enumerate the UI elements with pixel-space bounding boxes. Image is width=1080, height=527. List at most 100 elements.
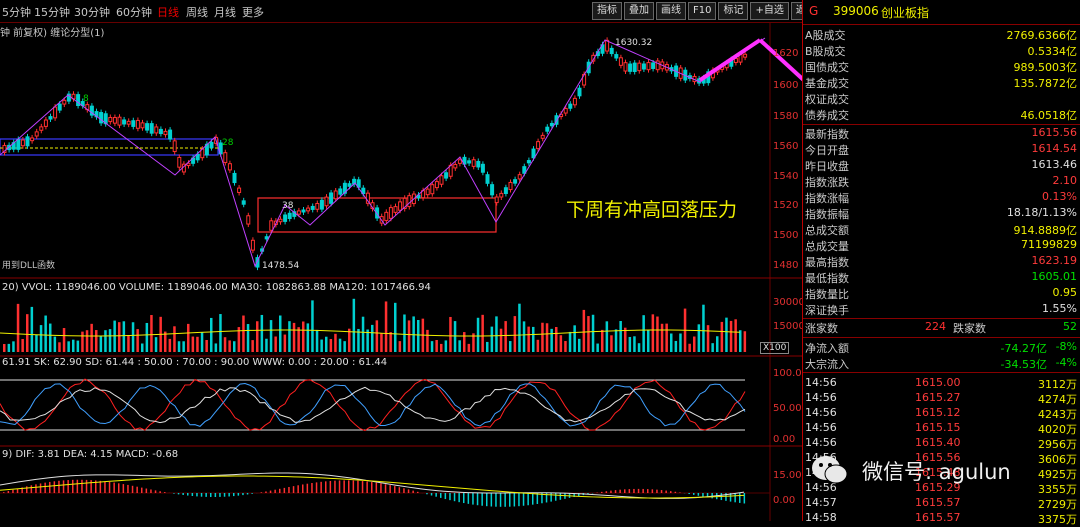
tick-row[interactable]: 14:561615.402956万 bbox=[805, 436, 1079, 451]
flow-row-value: -34.53亿 bbox=[1001, 356, 1047, 372]
stat-row-label: 指数涨跌 bbox=[805, 174, 849, 190]
macd-bar bbox=[362, 481, 364, 493]
volume-bar bbox=[293, 323, 296, 352]
volume-bar bbox=[376, 320, 379, 352]
volume-bar bbox=[481, 315, 484, 352]
volume-bar bbox=[711, 343, 714, 352]
turnover-row-value: 46.0518亿 bbox=[1021, 107, 1078, 123]
macd-bar bbox=[307, 484, 309, 493]
price-tick: 1520 bbox=[773, 200, 798, 211]
macd-bar bbox=[159, 491, 161, 493]
candle bbox=[307, 208, 310, 211]
macd-bar bbox=[619, 490, 621, 493]
flow-row-label: 净流入额 bbox=[805, 340, 849, 356]
volume-bar bbox=[150, 315, 153, 352]
volume-bar bbox=[394, 303, 397, 352]
volume-bar bbox=[187, 324, 190, 352]
stock-code: 399006 bbox=[833, 4, 879, 18]
macd-bar bbox=[224, 493, 226, 497]
tick-price: 1615.00 bbox=[915, 376, 961, 389]
volume-bar bbox=[624, 328, 627, 352]
volume-bar bbox=[274, 337, 277, 352]
tick-row[interactable]: 14:581615.573375万 bbox=[805, 511, 1079, 526]
macd-bar bbox=[150, 489, 152, 493]
volume-bar bbox=[389, 332, 392, 352]
candle bbox=[251, 240, 254, 250]
stat-row: 总成交量71199829 bbox=[805, 238, 1079, 253]
macd-bar bbox=[633, 489, 635, 493]
volume-bar bbox=[330, 339, 333, 352]
turnover-row-label: 基金成交 bbox=[805, 75, 849, 91]
price-tick: 1500 bbox=[773, 230, 798, 241]
volume-bar bbox=[518, 304, 521, 352]
volume-bar bbox=[652, 314, 655, 352]
price-tick: 1560 bbox=[773, 141, 798, 152]
volume-bar bbox=[435, 340, 438, 352]
tick-row[interactable]: 14:561615.154020万 bbox=[805, 421, 1079, 436]
chart-canvas[interactable] bbox=[0, 0, 802, 521]
macd-bar bbox=[63, 480, 65, 493]
stat-row: 指数涨跌2.10 bbox=[805, 174, 1079, 189]
volume-bar bbox=[449, 317, 452, 352]
kdj-tick: 100.0 bbox=[773, 368, 802, 379]
macd-bar bbox=[219, 493, 221, 497]
macd-bar bbox=[440, 493, 442, 498]
turnover-row: 国债成交989.5003亿 bbox=[805, 59, 1079, 74]
candle bbox=[518, 175, 521, 179]
volume-bar bbox=[49, 324, 52, 352]
volume-bar bbox=[688, 344, 691, 352]
candle bbox=[109, 117, 112, 121]
volume-bar bbox=[477, 318, 480, 352]
stat-row-value: 71199829 bbox=[1021, 238, 1077, 251]
price-tick: 1580 bbox=[773, 111, 798, 122]
volume-bar bbox=[247, 324, 250, 352]
macd-bar bbox=[675, 492, 677, 493]
volume-bar bbox=[44, 316, 47, 352]
macd-bar bbox=[366, 482, 368, 493]
candle bbox=[334, 191, 337, 199]
volume-bar bbox=[698, 324, 701, 352]
candle bbox=[270, 221, 273, 230]
turnover-row: 基金成交135.7872亿 bbox=[805, 75, 1079, 90]
volume-bar bbox=[270, 320, 273, 352]
tick-price: 1615.27 bbox=[915, 391, 961, 404]
macd-bar bbox=[86, 480, 88, 493]
candle bbox=[238, 188, 241, 192]
volume-bar bbox=[215, 343, 218, 352]
candle bbox=[550, 123, 553, 125]
macd-bar bbox=[486, 493, 488, 506]
tick-time: 14:57 bbox=[805, 496, 837, 509]
volume-bar bbox=[454, 321, 457, 352]
stat-row-label: 昨日收盘 bbox=[805, 158, 849, 174]
volume-bar bbox=[647, 330, 650, 352]
macd-bar bbox=[527, 493, 529, 505]
volume-bar bbox=[601, 330, 604, 352]
price-tick: 1480 bbox=[773, 260, 798, 271]
tick-row[interactable]: 14:571615.572729万 bbox=[805, 496, 1079, 511]
macd-bar bbox=[40, 483, 42, 493]
volume-bar bbox=[679, 333, 682, 352]
candle bbox=[49, 117, 52, 119]
candle bbox=[330, 193, 333, 203]
volume-bar bbox=[325, 337, 328, 352]
volume-header: 20) VVOL: 1189046.00 VOLUME: 1189046.00 … bbox=[2, 282, 431, 293]
macd-bar bbox=[81, 480, 83, 493]
volume-bar bbox=[302, 321, 305, 352]
volume-bar bbox=[343, 341, 346, 352]
tick-volume: 3112万 bbox=[1038, 376, 1077, 392]
candle bbox=[320, 200, 323, 209]
tick-row[interactable]: 14:561615.124243万 bbox=[805, 406, 1079, 421]
tick-row[interactable]: 14:561615.003112万 bbox=[805, 376, 1079, 391]
volume-bar bbox=[288, 321, 291, 352]
tick-row[interactable]: 14:561615.274274万 bbox=[805, 391, 1079, 406]
volume-bar bbox=[297, 327, 300, 352]
macd-bar bbox=[100, 481, 102, 493]
macd-bar bbox=[270, 491, 272, 493]
candlesticks bbox=[3, 37, 747, 270]
macd-bar bbox=[624, 489, 626, 493]
macd-bar bbox=[606, 491, 608, 493]
macd-bar bbox=[615, 490, 617, 493]
candle bbox=[652, 63, 655, 69]
macd-bar bbox=[739, 493, 741, 503]
swing-tag: 38 bbox=[282, 201, 293, 211]
